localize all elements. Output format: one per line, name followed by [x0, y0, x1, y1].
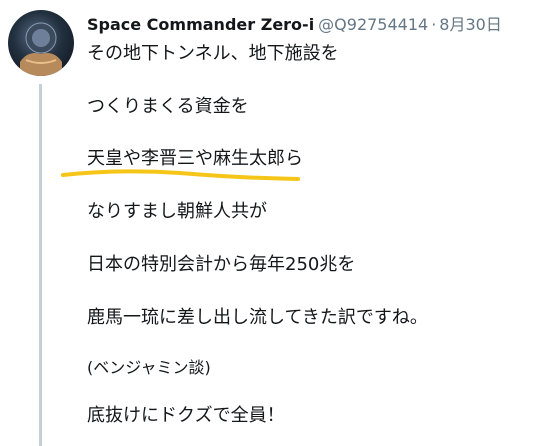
tweet-date[interactable]: 8月30日: [439, 15, 502, 34]
tweet-text-line-1: その地下トンネル、地下施設を: [87, 43, 339, 64]
thread-line: [39, 84, 42, 446]
avatar[interactable]: [8, 10, 74, 76]
tweet-text-line-2: つくりまくる資金を: [87, 96, 249, 117]
user-handle[interactable]: @Q92754414: [318, 15, 428, 34]
display-name[interactable]: Space Commander Zero-i: [87, 15, 314, 34]
tweet-text-line-7: (ベンジャミン談): [87, 358, 211, 377]
tweet-text-line-6: 鹿馬一琉に差し出し流してきた訳ですね。: [87, 307, 428, 328]
separator-dot: ·: [431, 15, 437, 34]
tweet-text-line-3: 天皇や李晋三や麻生太郎ら: [87, 148, 303, 169]
tweet-text-line-5: 日本の特別会計から毎年250兆を: [87, 254, 356, 275]
avatar-image: [20, 22, 62, 76]
tweet-text-line-8: 底抜けにドクズで全員！: [87, 405, 285, 426]
tweet-text-line-4: なりすまし朝鮮人共が: [87, 201, 267, 222]
highlight-underline: [61, 169, 300, 181]
tweet: Space Commander Zero-i @Q92754414 · 8月30日 そ…: [0, 0, 560, 446]
tweet-header: Space Commander Zero-i @Q92754414 · 8月30日: [87, 14, 502, 36]
